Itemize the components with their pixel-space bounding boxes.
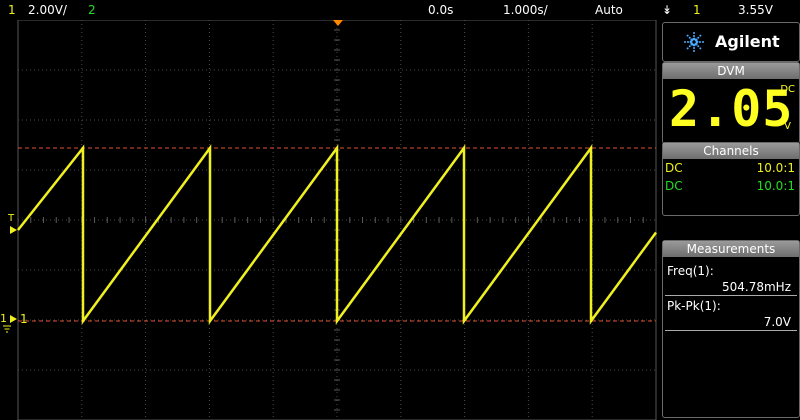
status-bar: 1 2.00V/ 2 0.0s 1.000s/ Auto ↡ 1 3.55V [0, 0, 800, 20]
trigger-source[interactable]: 1 [693, 0, 701, 20]
dvm-coupling: DC [780, 84, 795, 95]
channel-row-1[interactable]: DC 10.0:1 [663, 159, 799, 177]
channel-coupling: DC [665, 161, 683, 175]
brand-name: Agilent [715, 32, 780, 51]
waveform-display[interactable]: T 1 1 [0, 20, 660, 420]
side-panel: Agilent DVM 2.05 DC V Channels DC 10.0:1… [660, 20, 800, 420]
ch1-number[interactable]: 1 [8, 0, 16, 20]
channel-coupling: DC [665, 179, 683, 193]
brand-box: Agilent [662, 22, 800, 62]
measurements-title: Measurements [663, 241, 799, 257]
ch1-scale[interactable]: 2.00V/ [28, 0, 67, 20]
dvm-unit: V [784, 121, 791, 132]
measurements-panel[interactable]: Measurements Freq(1): 504.78mHz Pk-Pk(1)… [662, 240, 800, 418]
ch1-ground-marker[interactable]: 1 [0, 312, 7, 325]
dvm-title: DVM [663, 63, 799, 79]
channel-probe: 10.0:1 [756, 161, 795, 175]
trigger-mode[interactable]: Auto [595, 0, 623, 20]
ch2-number[interactable]: 2 [88, 0, 96, 20]
ch1-ground-number: 1 [20, 312, 28, 326]
channels-title: Channels [663, 143, 799, 159]
trigger-level-marker[interactable]: T [7, 213, 15, 224]
time-scale[interactable]: 1.000s/ [503, 0, 548, 20]
dvm-panel[interactable]: DVM 2.05 DC V [662, 62, 800, 144]
channel-probe: 10.0:1 [756, 179, 795, 193]
measurement-label: Freq(1): [667, 264, 714, 278]
ground-icon [3, 325, 11, 333]
trigger-level[interactable]: 3.55V [738, 0, 773, 20]
measurement-value: 7.0V [665, 314, 797, 331]
waveform-svg[interactable]: T 1 1 [0, 20, 660, 420]
agilent-logo-icon [684, 32, 704, 52]
dvm-value: 2.05 [669, 80, 794, 138]
measurement-value: 504.78mHz [665, 279, 797, 296]
trigger-edge-icon: ↡ [662, 3, 673, 17]
channels-panel[interactable]: Channels DC 10.0:1 DC 10.0:1 [662, 142, 800, 216]
ch1-ground-arrow[interactable] [10, 315, 17, 323]
channel-row-2[interactable]: DC 10.0:1 [663, 177, 799, 195]
measurement-label: Pk-Pk(1): [667, 299, 721, 313]
time-reference[interactable]: 0.0s [428, 0, 453, 20]
trigger-level-arrow[interactable] [10, 226, 17, 234]
